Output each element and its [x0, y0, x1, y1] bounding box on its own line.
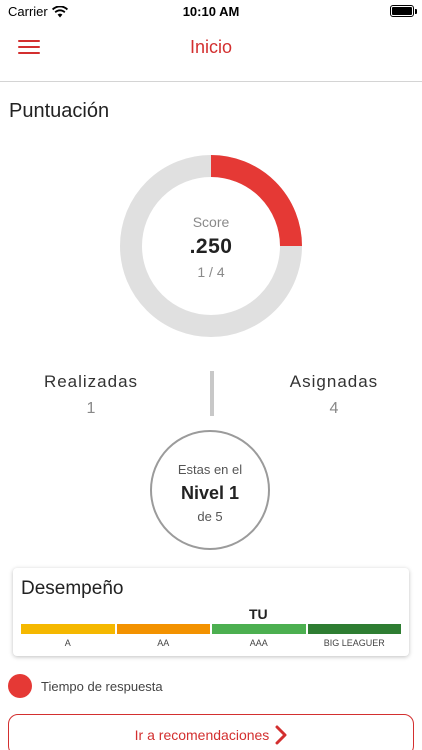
- tier-bar-aaa: [212, 624, 306, 634]
- recommendations-label: Ir a recomendaciones: [134, 727, 270, 743]
- tier-label-a: A: [64, 638, 71, 648]
- score-label: Score: [192, 214, 230, 230]
- level-name: Nivel 1: [180, 483, 240, 503]
- legend-label: Tiempo de respuesta: [41, 678, 163, 694]
- level-total: de 5: [197, 509, 223, 524]
- level-intro: Estas en el: [177, 462, 243, 477]
- performance-title: Desempeño: [21, 578, 124, 599]
- status-bar: Carrier 10:10 AM: [0, 0, 422, 24]
- level-badge: Estas en el Nivel 1 de 5: [150, 430, 270, 550]
- score-fraction: 1 / 4: [197, 264, 225, 280]
- nav-bar: Inicio: [0, 24, 422, 82]
- completed-label: Realizadas: [43, 372, 139, 391]
- page-title: Inicio: [189, 37, 233, 57]
- tier-bar-aa: [116, 624, 210, 634]
- performance-card: Desempeño TU A AA AAA BIG LEAGUER: [13, 568, 409, 656]
- tier-label-aa: AA: [157, 638, 170, 648]
- battery-icon: [390, 5, 417, 17]
- tier-label-big-leaguer: BIG LEAGUER: [323, 638, 385, 648]
- legend-dot-icon: [8, 674, 32, 698]
- assigned-value: 4: [329, 400, 339, 417]
- chevron-right-icon: [275, 725, 287, 745]
- score-section-title: Puntuación: [9, 100, 110, 122]
- response-time-legend: Tiempo de respuesta: [8, 674, 163, 698]
- recommendations-button[interactable]: Ir a recomendaciones: [8, 714, 414, 750]
- performance-bars: [21, 624, 401, 634]
- score-value: .250: [189, 235, 233, 258]
- status-time: 10:10 AM: [182, 4, 240, 19]
- performance-tier-labels: A AA AAA BIG LEAGUER: [21, 638, 401, 648]
- assigned-label: Asignadas: [289, 372, 379, 391]
- tier-bar-a: [21, 624, 115, 634]
- assigned-stat: Asignadas 4: [244, 372, 422, 418]
- tier-bar-big-leaguer: [307, 624, 401, 634]
- stats-divider: [210, 371, 214, 416]
- completed-stat: Realizadas 1: [1, 372, 181, 418]
- completed-value: 1: [86, 400, 96, 417]
- you-marker: TU: [249, 606, 268, 622]
- tier-label-aaa: AAA: [249, 638, 268, 648]
